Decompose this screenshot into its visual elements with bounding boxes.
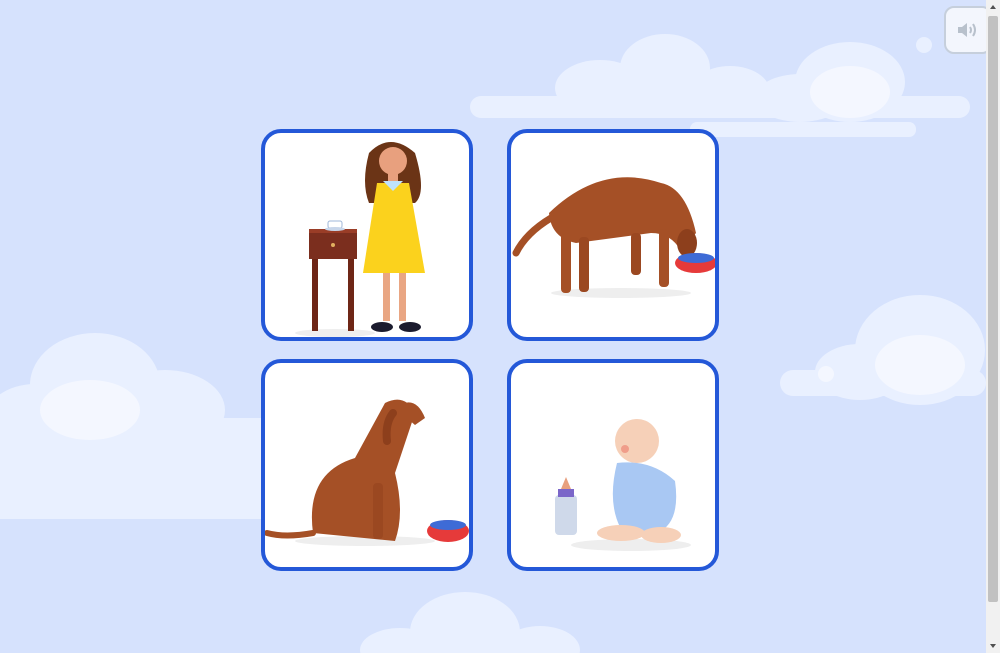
answer-card-dog-eating[interactable] — [507, 129, 719, 341]
answer-card-dog-sitting[interactable] — [261, 359, 473, 571]
speaker-icon — [958, 23, 976, 37]
game-stage — [0, 0, 986, 653]
cloud-background — [0, 34, 986, 653]
vertical-scrollbar[interactable] — [986, 0, 1000, 653]
answer-card-girl[interactable] — [261, 129, 473, 341]
scroll-down-arrow-icon[interactable] — [986, 639, 1000, 653]
dog-eating-illustration — [512, 177, 715, 298]
audio-button[interactable] — [944, 6, 992, 54]
dog-sitting-illustration — [265, 399, 469, 546]
scroll-up-arrow-icon[interactable] — [986, 0, 1000, 14]
girl-illustration — [295, 142, 425, 337]
scrollbar-thumb[interactable] — [988, 16, 998, 602]
baby-illustration — [555, 419, 691, 551]
answer-card-baby[interactable] — [507, 359, 719, 571]
